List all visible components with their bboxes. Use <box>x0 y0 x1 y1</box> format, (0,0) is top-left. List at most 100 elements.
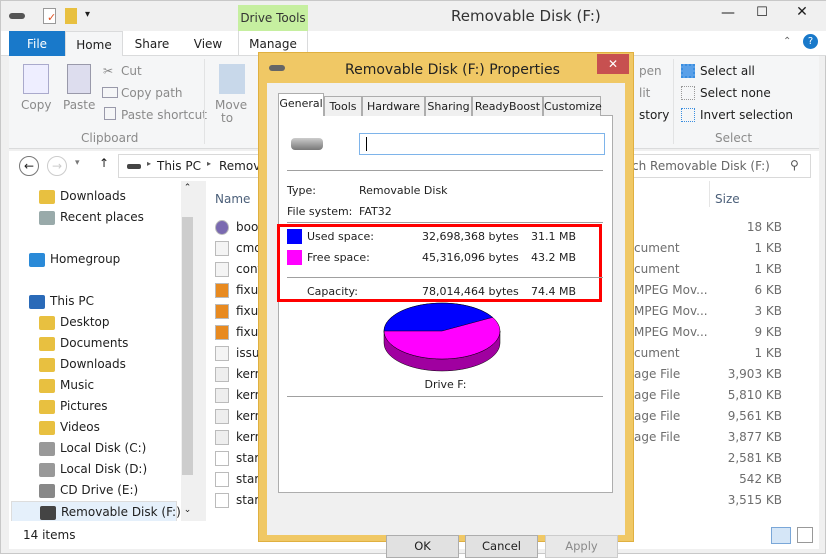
large-icons-view-button[interactable] <box>797 527 813 543</box>
drive-icon[interactable] <box>9 13 25 19</box>
apply-button[interactable]: Apply <box>545 535 618 558</box>
dialog-close-button[interactable]: ✕ <box>597 54 629 74</box>
free-space-bytes: 45,316,096 bytes <box>422 251 519 264</box>
text-file-icon <box>215 241 229 256</box>
nav-item[interactable]: CD Drive (E:) <box>39 480 138 501</box>
file-size: 1 KB <box>754 241 782 255</box>
folder-icon <box>39 357 55 372</box>
dialog-tab-sharing[interactable]: Sharing <box>425 96 472 116</box>
volume-label-input[interactable] <box>359 133 605 155</box>
back-button[interactable]: ← <box>19 156 39 176</box>
removable-drive-icon <box>291 138 323 150</box>
nav-item[interactable]: Homegroup <box>29 249 120 270</box>
properties-icon[interactable]: ✓ <box>43 8 56 24</box>
window-title: Removable Disk (F:) <box>451 7 601 25</box>
dialog-tab-readyboost[interactable]: ReadyBoost <box>472 96 543 116</box>
forward-button[interactable]: → <box>47 156 67 176</box>
details-view-button[interactable] <box>771 527 791 544</box>
nav-item[interactable]: Removable Disk (F:) <box>11 501 181 522</box>
copy-button[interactable]: Copy <box>21 98 51 112</box>
file-type: cument <box>634 346 680 360</box>
nav-item[interactable]: This PC <box>29 291 94 312</box>
customize-dropdown-icon[interactable]: ▾ <box>85 9 90 20</box>
nav-item[interactable]: Music <box>39 375 94 396</box>
general-panel: Type: Removable Disk File system: FAT32 … <box>277 115 613 493</box>
tab-share[interactable]: Share <box>125 31 179 56</box>
copy-path-button[interactable]: Copy path <box>121 86 183 100</box>
nav-item[interactable]: Recent places <box>39 207 144 228</box>
help-icon[interactable]: ? <box>803 34 818 49</box>
maximize-button[interactable]: ☐ <box>747 5 777 20</box>
nav-item[interactable]: Local Disk (C:) <box>39 438 146 459</box>
nav-item-label: Removable Disk (F:) <box>61 505 181 519</box>
minimize-button[interactable]: — <box>713 5 743 21</box>
open-button[interactable]: pen <box>639 64 662 78</box>
file-type: cument <box>634 241 680 255</box>
nav-item-label: Videos <box>60 420 100 434</box>
folder-icon <box>39 399 55 414</box>
capacity-bytes: 78,014,464 bytes <box>422 285 519 298</box>
nav-item-label: Documents <box>60 336 129 350</box>
nav-scrollbar[interactable]: ⌃ ⌄ <box>181 181 194 521</box>
address-bar[interactable]: ▸ This PC ▸ Remova <box>118 154 268 178</box>
disc-file-icon <box>215 220 229 235</box>
nav-item[interactable]: Videos <box>39 417 100 438</box>
computer-icon <box>29 294 45 309</box>
ok-button[interactable]: OK <box>386 535 459 558</box>
tab-view[interactable]: View <box>181 31 235 56</box>
nav-item-label: Local Disk (C:) <box>60 441 147 455</box>
dialog-tab-tools[interactable]: Tools <box>324 96 362 116</box>
homegroup-icon <box>29 252 45 267</box>
clipboard-group-label: Clipboard <box>81 131 139 145</box>
invert-selection-button[interactable]: Invert selection <box>700 108 793 122</box>
move-to-button[interactable]: Move <box>215 98 247 112</box>
downloads-folder-icon <box>39 189 55 204</box>
dat-file-icon <box>215 325 229 340</box>
nav-item[interactable]: Local Disk (D:) <box>39 459 147 480</box>
paste-shortcut-button[interactable]: Paste shortcut <box>121 108 207 122</box>
dialog-tab-general[interactable]: General <box>278 93 324 116</box>
usage-pie-chart <box>383 302 501 372</box>
move-to-label: to <box>221 111 234 125</box>
file-size: 3 KB <box>754 304 782 318</box>
nav-item[interactable]: Pictures <box>39 396 108 417</box>
file-type: MPEG Mov... <box>634 325 708 339</box>
column-size[interactable]: Size <box>715 192 740 206</box>
file-size: 3,877 KB <box>727 430 782 444</box>
file-type: age File <box>634 430 681 444</box>
nav-item-label: Downloads <box>60 357 126 371</box>
tab-home[interactable]: Home <box>65 31 123 56</box>
breadcrumb-this-pc[interactable]: This PC <box>157 159 201 173</box>
dialog-tab-customize[interactable]: Customize <box>543 96 602 116</box>
cancel-button[interactable]: Cancel <box>465 535 538 558</box>
nav-item[interactable]: Documents <box>39 333 128 354</box>
edit-button[interactable]: lit <box>639 86 650 100</box>
nav-item[interactable]: Downloads <box>39 354 126 375</box>
cut-button[interactable]: Cut <box>121 64 142 78</box>
tab-file[interactable]: File <box>9 31 65 56</box>
file-size: 9,561 KB <box>727 409 782 423</box>
file-size: 3,903 KB <box>727 367 782 381</box>
history-button[interactable]: story <box>639 108 669 122</box>
paste-button[interactable]: Paste <box>63 98 95 112</box>
recent-locations-icon[interactable]: ▾ <box>75 158 80 168</box>
paste-icon <box>67 64 91 94</box>
nav-item[interactable]: Downloads <box>39 186 126 207</box>
dialog-tab-hardware[interactable]: Hardware <box>362 96 425 116</box>
nav-item-label: Pictures <box>60 399 108 413</box>
folder-icon <box>39 315 55 330</box>
file-system-label: File system: <box>287 205 353 218</box>
collapse-ribbon-icon[interactable]: ⌃ <box>783 36 791 47</box>
select-all-button[interactable]: Select all <box>700 64 755 78</box>
recent-places-icon <box>39 210 55 225</box>
text-file-icon <box>215 262 229 277</box>
removable-drive-icon <box>40 505 56 520</box>
select-none-button[interactable]: Select none <box>700 86 771 100</box>
column-name[interactable]: Name <box>215 192 250 206</box>
file-system-value: FAT32 <box>359 205 392 218</box>
new-folder-icon[interactable] <box>65 8 77 24</box>
file-type: age File <box>634 388 681 402</box>
nav-item[interactable]: Desktop <box>39 312 110 333</box>
up-button[interactable]: ↑ <box>99 156 109 170</box>
close-button[interactable]: ✕ <box>779 1 825 23</box>
